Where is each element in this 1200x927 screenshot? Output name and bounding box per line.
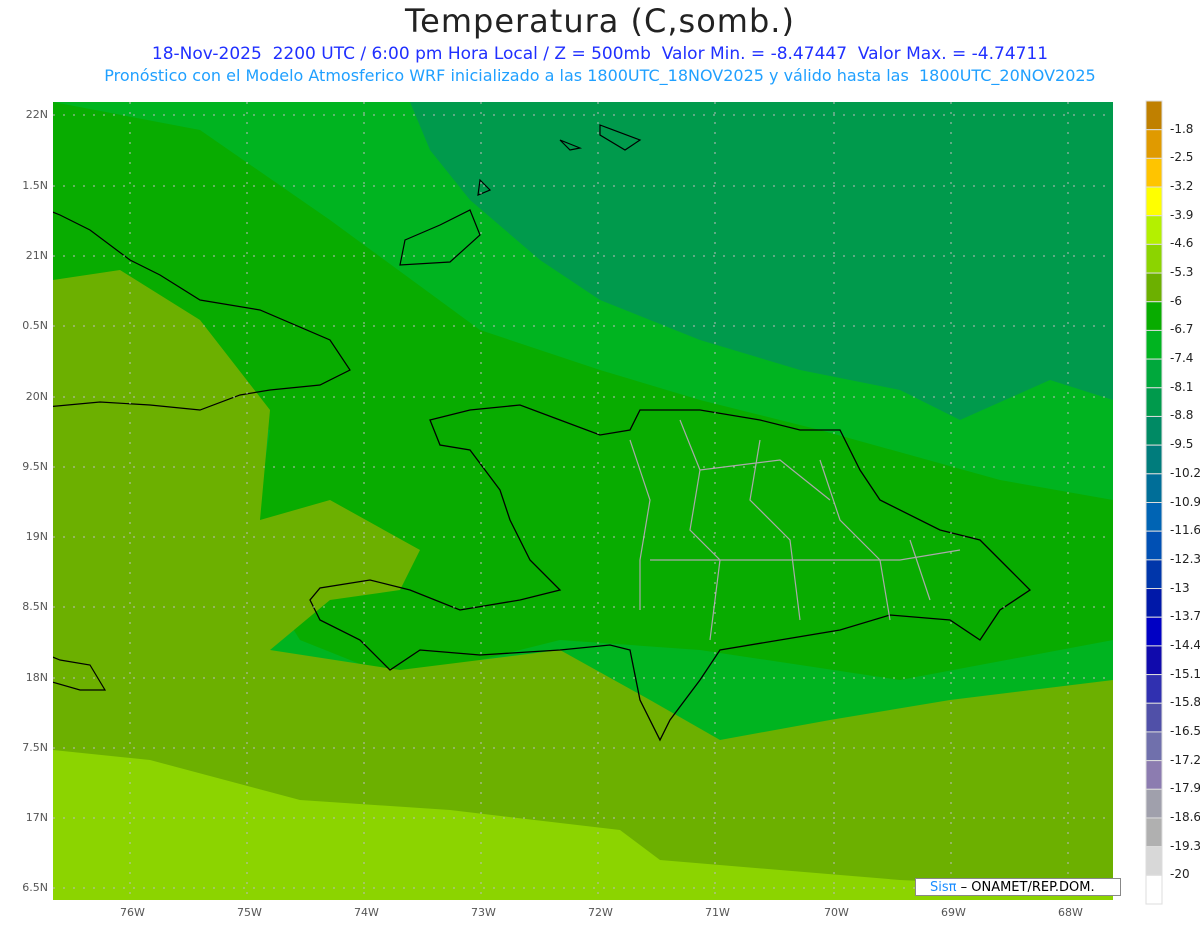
lat-label: 7.5N (22, 741, 48, 754)
credit-text: – ONAMET/REP.DOM. (956, 880, 1095, 895)
colorbar-bin (1145, 788, 1163, 819)
colorbar-label: -11.6 (1170, 523, 1200, 538)
colorbar-label: -17.9 (1170, 781, 1200, 796)
colorbar-bin (1145, 329, 1163, 360)
colorbar-label: -18.6 (1170, 809, 1200, 824)
lat-label: 18N (25, 671, 48, 684)
colorbar-bin (1145, 760, 1163, 790)
colorbar-label: -2.5 (1170, 150, 1194, 165)
colorbar-label: -5.3 (1170, 265, 1194, 280)
colorbar-label: -6 (1170, 293, 1182, 308)
lon-label: 70W (824, 906, 849, 919)
colorbar-bin (1145, 817, 1163, 848)
lon-label: 76W (120, 906, 145, 919)
colorbar-label: -13 (1170, 580, 1190, 595)
colorbar-bin (1145, 301, 1163, 331)
colorbar-label: -7.4 (1170, 351, 1194, 366)
lat-label: 8.5N (22, 600, 48, 613)
lon-label: 73W (471, 906, 496, 919)
colorbar-label: -6.7 (1170, 322, 1194, 337)
lat-label: 6.5N (22, 881, 48, 894)
lon-label: 69W (941, 906, 966, 919)
colorbar-bin (1145, 358, 1163, 389)
colorbar-label: -10.2 (1170, 465, 1200, 480)
colorbar-label: -17.2 (1170, 752, 1200, 767)
colorbar-bin (1145, 272, 1163, 303)
lon-label: 68W (1058, 906, 1083, 919)
temperature-map (53, 100, 1163, 905)
colorbar-label: -20 (1170, 867, 1190, 882)
lat-label: 21N (25, 249, 48, 262)
lat-label: 19N (25, 530, 48, 543)
colorbar-bin (1145, 874, 1163, 905)
colorbar-label: -13.7 (1170, 609, 1200, 624)
colorbar-label: -10.9 (1170, 494, 1200, 509)
colorbar-label: -4.6 (1170, 236, 1194, 251)
sispi-logo: Sisπ (930, 880, 957, 895)
colorbar-label: -15.8 (1170, 695, 1200, 710)
colorbar-bin (1145, 645, 1163, 676)
colorbar-bin (1145, 846, 1163, 876)
colorbar-bin (1145, 559, 1163, 590)
lat-label: 0.5N (22, 319, 48, 332)
colorbar-label: -8.1 (1170, 379, 1194, 394)
colorbar (1145, 100, 1163, 905)
colorbar-bin (1145, 530, 1163, 561)
colorbar-label: -3.2 (1170, 179, 1194, 194)
colorbar-bin (1145, 157, 1163, 188)
colorbar-label: -12.3 (1170, 551, 1200, 566)
colorbar-bin (1145, 387, 1163, 417)
colorbar-bin (1145, 129, 1163, 159)
colorbar-bin (1145, 215, 1163, 245)
colorbar-bin (1145, 588, 1163, 618)
colorbar-label: -16.5 (1170, 723, 1200, 738)
colorbar-bin (1145, 674, 1163, 704)
colorbar-bin (1145, 186, 1163, 217)
lat-label: 17N (25, 811, 48, 824)
colorbar-bin (1145, 415, 1163, 446)
colorbar-label: -19.3 (1170, 838, 1200, 853)
colorbar-bin (1145, 616, 1163, 647)
lon-label: 72W (588, 906, 613, 919)
colorbar-label: -3.9 (1170, 207, 1194, 222)
colorbar-label: -14.4 (1170, 637, 1200, 652)
colorbar-label: -1.8 (1170, 121, 1194, 136)
colorbar-bin (1145, 502, 1163, 532)
credit-box: Sisπ – ONAMET/REP.DOM. (915, 878, 1121, 896)
lat-label: 9.5N (22, 460, 48, 473)
colorbar-bin (1145, 444, 1163, 475)
colorbar-label: -9.5 (1170, 437, 1194, 452)
colorbar-bin (1145, 473, 1163, 504)
lat-label: 1.5N (22, 179, 48, 192)
lon-label: 75W (237, 906, 262, 919)
colorbar-label: -8.8 (1170, 408, 1194, 423)
colorbar-bin (1145, 731, 1163, 762)
colorbar-bin (1145, 702, 1163, 733)
lat-label: 20N (25, 390, 48, 403)
lon-label: 71W (705, 906, 730, 919)
colorbar-bin (1145, 100, 1163, 131)
lat-label: 22N (25, 108, 48, 121)
colorbar-bin (1145, 243, 1163, 274)
colorbar-label: -15.1 (1170, 666, 1200, 681)
lon-label: 74W (354, 906, 379, 919)
